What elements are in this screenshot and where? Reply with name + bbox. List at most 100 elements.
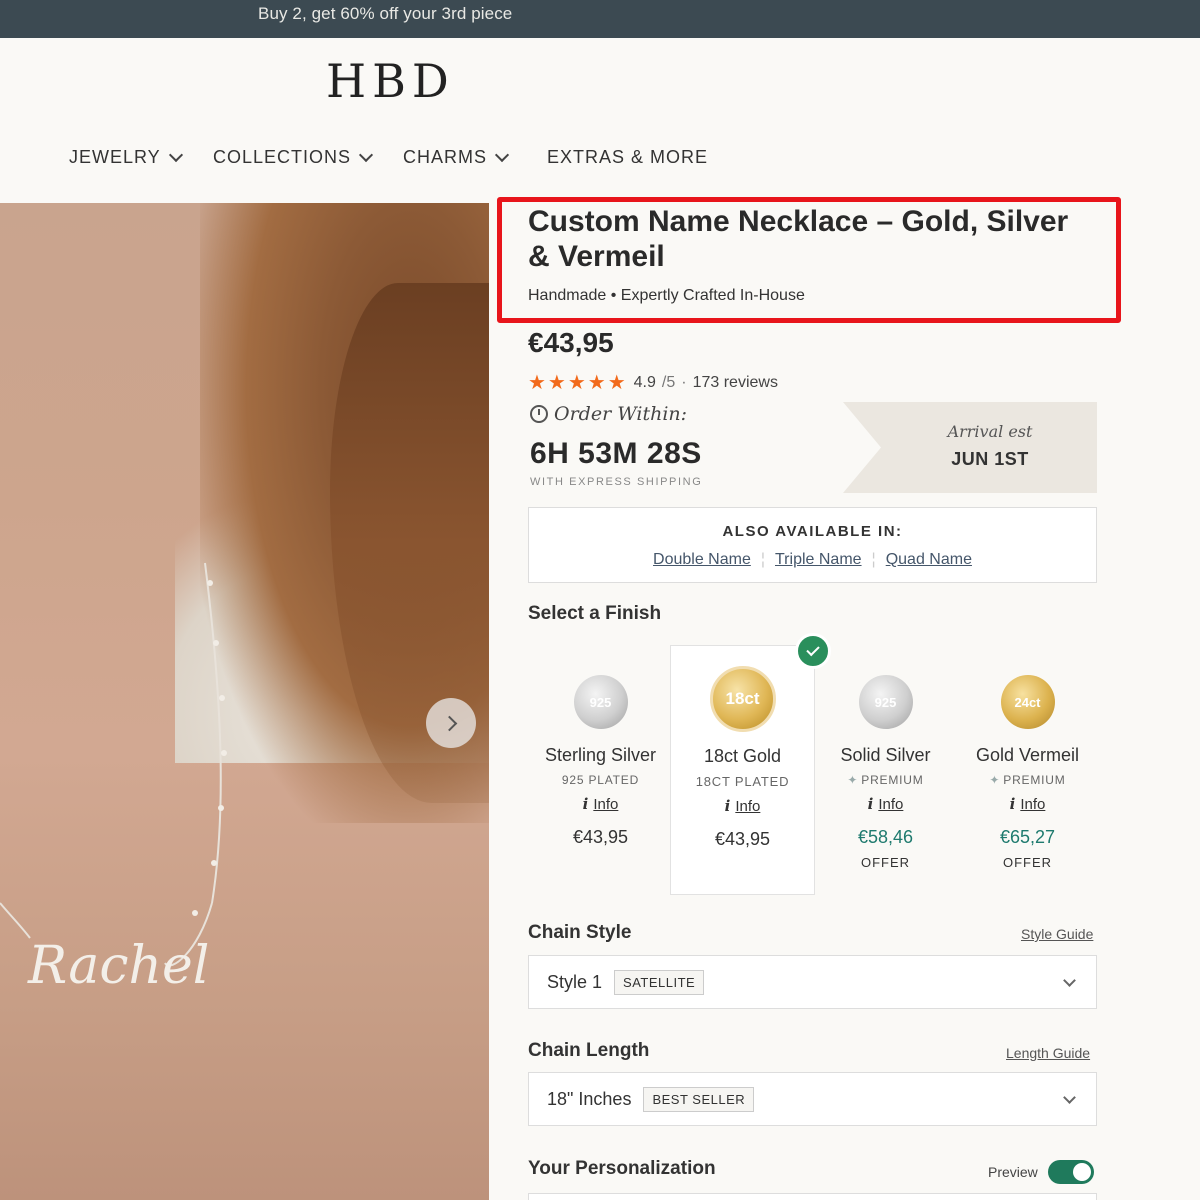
hero-name-text: Rachel: [27, 936, 209, 996]
sparkle-icon: ✦: [847, 773, 859, 787]
rating-summary[interactable]: ★★★★★ 4.9 /5 · 173 reviews: [528, 370, 778, 395]
brand-logo[interactable]: HBD: [326, 54, 455, 108]
finish-badge: 925: [858, 675, 913, 729]
also-available-box: ALSO AVAILABLE IN: Double Name ¦ Triple …: [528, 507, 1097, 583]
info-icon: i: [724, 797, 731, 815]
carousel-next-button[interactable]: [426, 698, 476, 748]
finish-sub: 18CT PLATED: [695, 774, 790, 789]
finish-price: €65,27: [999, 827, 1056, 847]
product-price: €43,95: [528, 327, 614, 358]
finish-info[interactable]: i Info: [813, 795, 958, 813]
link-triple-name[interactable]: Triple Name: [775, 551, 862, 569]
finish-info-link: Info: [735, 798, 761, 815]
finish-price: €43,95: [572, 827, 629, 847]
chevron-right-icon: [441, 715, 457, 731]
also-available-links: Double Name ¦ Triple Name ¦ Quad Name: [529, 551, 1096, 569]
arrival-date: JUN 1ST: [951, 449, 1029, 469]
nav-item-jewelry[interactable]: JEWELRY: [69, 147, 183, 168]
finish-info-link: Info: [593, 796, 619, 813]
style-guide-link[interactable]: Style Guide: [1021, 926, 1093, 942]
link-double-name[interactable]: Double Name: [653, 551, 751, 569]
nav-item-collections[interactable]: COLLECTIONS: [213, 147, 374, 168]
nav-label: JEWELRY: [69, 147, 161, 167]
personalization-input[interactable]: [528, 1193, 1097, 1200]
finish-info[interactable]: i Info: [955, 795, 1100, 813]
product-hero-image: Rachel: [0, 203, 489, 1200]
info-icon: i: [582, 795, 589, 813]
necklace-illustration: Rachel: [0, 562, 227, 996]
nav-label: COLLECTIONS: [213, 147, 352, 167]
finish-badge: 18ct: [709, 666, 776, 732]
preview-toggle[interactable]: [1047, 1160, 1094, 1184]
order-within-label: Order Within:: [554, 403, 688, 425]
info-icon: i: [867, 795, 874, 813]
nav-label: CHARMS: [403, 147, 488, 167]
rating-dot: ·: [681, 373, 687, 391]
rating-score: 4.9: [633, 373, 656, 391]
offer-tag: OFFER: [1002, 855, 1053, 870]
promo-text: Buy 2, get 60% off your 3rd piece: [258, 4, 513, 23]
arrival-estimate: Arrival est JUN 1ST: [843, 402, 1097, 493]
finish-name: Gold Vermeil: [975, 745, 1080, 765]
finish-option-solid-silver[interactable]: 925 Solid Silver ✦ PREMIUM i Info €58,46 O…: [813, 645, 958, 895]
main-nav: JEWELRY COLLECTIONS CHARMS EXTRAS & MORE: [0, 147, 1200, 173]
personalization-label: Your Personalization: [528, 1158, 716, 1179]
clock-icon: [530, 405, 548, 423]
finish-info[interactable]: i Info: [671, 797, 814, 815]
chevron-down-icon: [358, 147, 374, 162]
info-icon: i: [1009, 795, 1016, 813]
finish-sub: PREMIUM: [861, 773, 924, 787]
finish-info-link: Info: [1020, 796, 1046, 813]
rating-outof: /5: [661, 373, 676, 391]
finish-option-sterling-silver[interactable]: 925 Sterling Silver 925 PLATED i Info €43…: [528, 645, 673, 895]
finish-name: Sterling Silver: [544, 745, 657, 765]
express-shipping-label: WITH EXPRESS SHIPPING: [530, 476, 703, 488]
finish-price: €43,95: [714, 829, 771, 849]
finish-section-label: Select a Finish: [528, 603, 662, 624]
finish-price: €58,46: [857, 827, 914, 847]
product-title: Custom Name Necklace – Gold, Silver & Ve…: [528, 205, 1069, 273]
review-count: 173 reviews: [692, 373, 778, 391]
link-separator: ¦: [760, 551, 765, 568]
nav-item-charms[interactable]: CHARMS: [403, 147, 510, 168]
nav-item-extras[interactable]: EXTRAS & MORE: [547, 147, 708, 168]
link-quad-name[interactable]: Quad Name: [886, 551, 972, 569]
chain-length-label: Chain Length: [528, 1040, 650, 1061]
finish-badge: 24ct: [1000, 675, 1055, 729]
finish-info-link: Info: [878, 796, 904, 813]
preview-label: Preview: [988, 1164, 1038, 1180]
length-guide-link[interactable]: Length Guide: [1006, 1045, 1090, 1061]
promo-banner: Buy 2, get 60% off your 3rd piece: [0, 0, 1200, 38]
chain-length-value: 18" Inches: [547, 1088, 632, 1109]
finish-name: Solid Silver: [840, 745, 931, 765]
finish-badge: 925: [573, 675, 628, 729]
finish-option-gold-vermeil[interactable]: 24ct Gold Vermeil ✦ PREMIUM i Info €65,27 …: [955, 645, 1100, 895]
chain-length-tag: BEST SELLER: [643, 1086, 755, 1112]
countdown-timer: 6H 53M 28S: [530, 437, 702, 470]
finish-sub-wrap: ✦ PREMIUM: [955, 773, 1100, 787]
chain-style-select[interactable]: Style 1 SATELLITE: [528, 955, 1097, 1009]
finish-sub-wrap: ✦ PREMIUM: [813, 773, 958, 787]
offer-tag: OFFER: [860, 855, 911, 870]
arrival-label: Arrival est: [947, 422, 1033, 441]
finish-option-18ct-gold[interactable]: 18ct 18ct Gold 18CT PLATED i Info €43,95: [670, 645, 815, 895]
chevron-down-icon: [1063, 1091, 1076, 1104]
product-subtitle: Handmade • Expertly Crafted In-House: [528, 287, 805, 304]
finish-name: 18ct Gold: [703, 746, 782, 766]
chevron-down-icon: [494, 147, 510, 162]
nav-label: EXTRAS & MORE: [547, 147, 709, 167]
rating-stars: ★★★★★: [528, 372, 628, 394]
chain-style-value: Style 1: [547, 971, 603, 992]
sparkle-icon: ✦: [989, 773, 1001, 787]
chevron-down-icon: [168, 147, 183, 162]
chain-style-label: Chain Style: [528, 922, 632, 943]
finish-info[interactable]: i Info: [528, 795, 673, 813]
finish-sub: 925 PLATED: [561, 773, 640, 787]
chain-length-select[interactable]: 18" Inches BEST SELLER: [528, 1072, 1097, 1126]
preview-toggle-group: Preview: [988, 1160, 1094, 1184]
also-available-title: ALSO AVAILABLE IN:: [722, 523, 903, 540]
chevron-down-icon: [1063, 974, 1076, 987]
order-within: Order Within:: [530, 403, 687, 425]
chain-style-tag: SATELLITE: [614, 969, 705, 995]
link-separator: ¦: [871, 551, 876, 568]
